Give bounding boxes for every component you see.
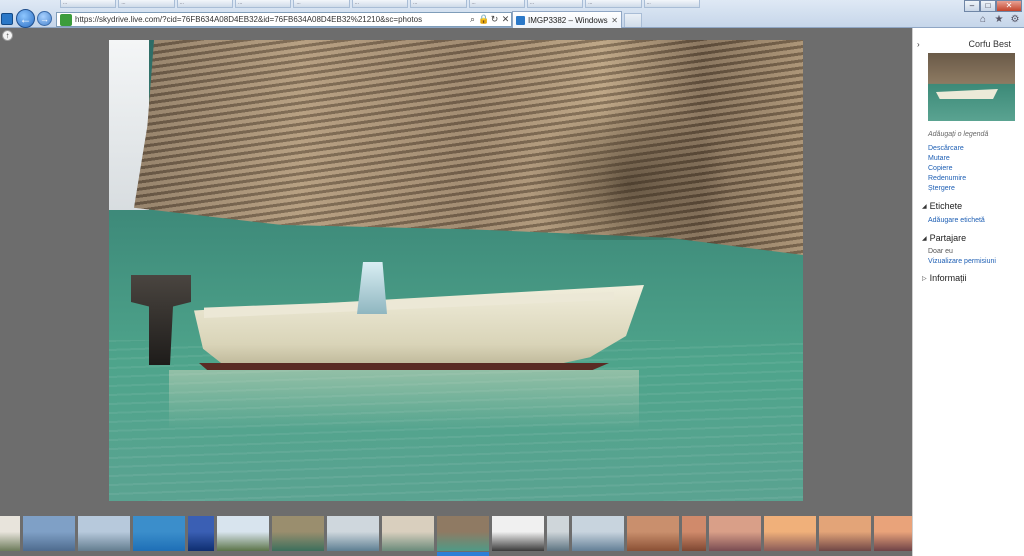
forward-arrow-icon: → [40, 13, 49, 24]
filmstrip-thumbnail[interactable] [764, 516, 816, 551]
info-section-header[interactable]: ▷ Informații [922, 273, 967, 283]
refresh-icon[interactable]: ↻ [489, 14, 500, 25]
sharing-status: Doar eu [928, 248, 953, 255]
filmstrip-thumbnail[interactable] [492, 516, 544, 551]
photo-boat-stripe [199, 363, 609, 370]
filmstrip-thumbnail[interactable] [547, 516, 569, 551]
minimize-button[interactable]: – [964, 0, 980, 12]
filmstrip-thumbnail-selected[interactable] [437, 516, 489, 556]
filmstrip [0, 516, 912, 556]
background-tab[interactable]: ... [118, 0, 175, 8]
active-tab[interactable]: IMGP3382 – Windows Live ✕ [512, 11, 622, 28]
browser-chrome: ................................. ← → ht… [0, 0, 1024, 28]
window-controls: – □ ✕ [964, 0, 1022, 12]
background-tab[interactable]: ... [643, 0, 700, 8]
close-window-button[interactable]: ✕ [996, 0, 1022, 12]
delete-link[interactable]: Ștergere [928, 185, 955, 192]
site-favicon-icon [1, 13, 13, 25]
tab-close-icon[interactable]: ✕ [608, 16, 621, 25]
back-arrow-icon: ← [19, 11, 32, 26]
background-tab[interactable]: ... [176, 0, 234, 8]
up-arrow-button[interactable]: ↑ [2, 30, 13, 41]
rename-link[interactable]: Redenumire [928, 175, 966, 182]
details-pane: › Corfu Best Adăugați o legendă Descărca… [912, 28, 1024, 556]
background-tab[interactable]: ... [585, 0, 642, 8]
filmstrip-thumbnail[interactable] [23, 516, 75, 551]
filmstrip-thumbnail[interactable] [874, 516, 912, 551]
background-tab[interactable]: ... [351, 0, 409, 8]
tools-gear-icon[interactable]: ⚙ [1010, 15, 1020, 25]
download-link[interactable]: Descărcare [928, 145, 964, 152]
tags-heading: Etichete [929, 201, 963, 211]
main-photo[interactable] [109, 40, 803, 501]
filmstrip-thumbnail[interactable] [382, 516, 434, 551]
filmstrip-thumbnail[interactable] [819, 516, 871, 551]
filmstrip-thumbnail[interactable] [0, 516, 20, 551]
lock-icon[interactable]: 🔒 [478, 14, 489, 25]
copy-link[interactable]: Copiere [928, 165, 953, 172]
sharing-section-header[interactable]: ◢ Partajare [922, 233, 966, 243]
filmstrip-thumbnail[interactable] [78, 516, 130, 551]
filmstrip-thumbnail[interactable] [709, 516, 761, 551]
album-title[interactable]: Corfu Best [913, 39, 1024, 49]
address-url[interactable]: https://skydrive.live.com/?cid=76FB634A0… [75, 15, 467, 24]
search-icon[interactable]: ⌕ [467, 14, 478, 25]
background-tab[interactable]: ... [235, 0, 292, 8]
expanded-triangle-icon: ◢ [922, 203, 927, 210]
background-tabs: ................................. [60, 0, 700, 8]
background-tab[interactable]: ... [60, 0, 117, 8]
filmstrip-thumbnail[interactable] [572, 516, 624, 551]
view-permissions-link[interactable]: Vizualizare permisiuni [928, 258, 996, 265]
expanded-triangle-icon: ◢ [922, 235, 927, 242]
favorites-star-icon[interactable]: ★ [994, 15, 1004, 25]
stop-icon[interactable]: ✕ [500, 14, 511, 25]
maximize-button[interactable]: □ [980, 0, 996, 12]
add-caption-link[interactable]: Adăugați o legendă [928, 131, 988, 138]
background-tab[interactable]: ... [293, 0, 350, 8]
background-tab[interactable]: ... [410, 0, 467, 8]
photo-cave-shadow [529, 100, 729, 240]
add-tag-link[interactable]: Adăugare etichetă [928, 217, 985, 224]
site-identity-icon [60, 13, 72, 26]
browser-toolbar-icons: ⌂ ★ ⚙ [978, 15, 1020, 25]
filmstrip-thumbnail[interactable] [327, 516, 379, 551]
collapsed-triangle-icon: ▷ [922, 275, 927, 282]
address-bar[interactable]: https://skydrive.live.com/?cid=76FB634A0… [56, 12, 512, 27]
forward-button[interactable]: → [37, 11, 52, 26]
info-heading: Informații [929, 273, 967, 283]
filmstrip-thumbnail[interactable] [627, 516, 679, 551]
sharing-heading: Partajare [929, 233, 967, 243]
back-button[interactable]: ← [16, 9, 35, 28]
active-tab-title: IMGP3382 – Windows Live [528, 15, 608, 25]
filmstrip-thumbnail[interactable] [188, 516, 214, 551]
filmstrip-thumbnail[interactable] [682, 516, 706, 551]
up-arrow-icon: ↑ [5, 31, 10, 40]
photo-boat-reflection [169, 370, 639, 430]
tags-section-header[interactable]: ◢ Etichete [922, 201, 962, 211]
background-tab[interactable]: ... [468, 0, 525, 8]
preview-boat [936, 89, 998, 99]
filmstrip-thumbnail[interactable] [272, 516, 324, 551]
photo-preview-thumbnail [928, 53, 1015, 121]
photo-viewer: ↑ [0, 28, 912, 556]
filmstrip-thumbnail[interactable] [217, 516, 269, 551]
home-icon[interactable]: ⌂ [978, 15, 988, 25]
move-link[interactable]: Mutare [928, 155, 950, 162]
filmstrip-thumbnail[interactable] [133, 516, 185, 551]
photo-boat-console [357, 262, 387, 314]
tab-favicon-icon [516, 15, 525, 25]
new-tab-button[interactable] [624, 13, 642, 27]
background-tab[interactable]: ... [526, 0, 584, 8]
